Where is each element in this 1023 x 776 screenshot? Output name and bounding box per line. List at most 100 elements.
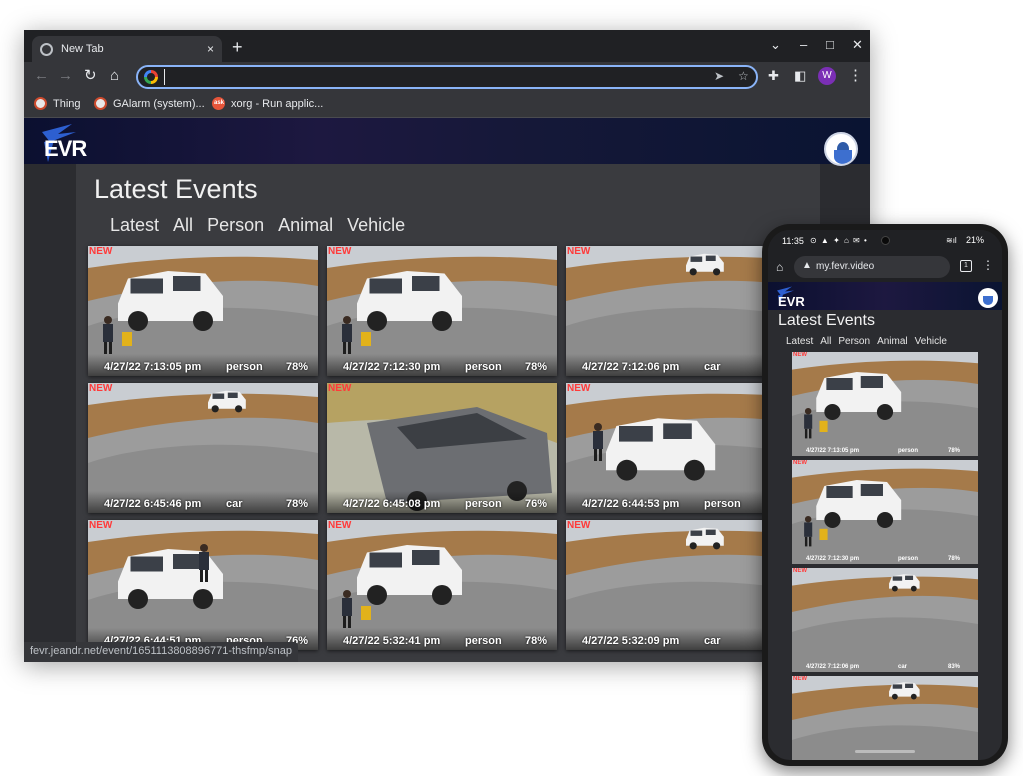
filter-all[interactable]: All — [820, 336, 831, 347]
event-card[interactable]: NEW 4/27/22 6:44:51 pm person 76% — [88, 520, 318, 650]
filter-vehicle[interactable]: Vehicle — [347, 215, 405, 236]
ask-icon: ask — [212, 97, 225, 110]
event-confidence: 78% — [948, 556, 961, 562]
event-label: person — [704, 498, 741, 510]
logo-text: EVR — [44, 136, 87, 161]
bookmark-xorg[interactable]: ask xorg - Run applic... — [212, 97, 323, 110]
desktop-browser-window: New Tab × + ⌄ – □ ✕ ← → ↻ ⌂ ➤ ☆ ✚ ◧ W ⋮ … — [24, 30, 870, 662]
event-label: car — [704, 635, 721, 647]
filter-person[interactable]: Person — [838, 336, 870, 347]
event-label: car — [704, 361, 721, 373]
new-badge: NEW — [567, 246, 591, 257]
extensions-icon[interactable]: ✚ — [768, 68, 779, 84]
filter-all[interactable]: All — [173, 215, 193, 236]
galarm-icon — [94, 97, 107, 110]
new-badge: NEW — [793, 568, 807, 574]
event-timestamp: 4/27/22 5:32:09 pm — [582, 635, 680, 647]
close-tab-icon[interactable]: × — [207, 42, 214, 56]
close-window-button[interactable]: ✕ — [852, 37, 863, 53]
event-confidence: 78% — [525, 361, 548, 373]
phone-url-bar: ⌂ ▲ my.fevr.video 1 ⋮ — [768, 252, 1002, 282]
bookmark-star-icon[interactable]: ☆ — [738, 69, 749, 83]
event-card[interactable]: NEW 4/27/22 6:45:08 pm person 76% — [327, 383, 557, 513]
phone-page-title: Latest Events — [778, 312, 875, 329]
bookmarks-bar: Thing GAlarm (system)... ask xorg - Run … — [24, 92, 870, 118]
tab-search-icon[interactable]: ⌄ — [770, 37, 781, 53]
event-confidence: 78% — [948, 448, 961, 454]
event-label: person — [465, 498, 502, 510]
signal-icon: ≋ıl — [946, 236, 957, 245]
event-snapshot — [792, 568, 978, 672]
notification-icons: ⊙ ▲ ✦ ⌂ ✉ • — [810, 236, 868, 245]
user-avatar[interactable] — [978, 288, 998, 308]
page-viewport: EVR Latest Events Latest All Person Anim… — [24, 118, 870, 662]
minimize-button[interactable]: – — [800, 37, 807, 52]
battery-level: 21% — [966, 235, 985, 245]
profile-avatar[interactable]: W — [818, 67, 836, 85]
new-badge: NEW — [567, 520, 591, 531]
home-icon[interactable]: ⌂ — [110, 68, 119, 84]
maximize-button[interactable]: □ — [826, 37, 834, 52]
user-avatar[interactable] — [824, 132, 858, 166]
new-badge: NEW — [793, 460, 807, 466]
reload-icon[interactable]: ↻ — [84, 68, 97, 84]
side-panel-icon[interactable]: ◧ — [794, 68, 806, 84]
bookmark-thing[interactable]: Thing — [34, 97, 81, 110]
event-timestamp: 4/27/22 7:12:30 pm — [343, 361, 441, 373]
warning-icon[interactable]: ▲ — [802, 260, 812, 271]
back-arrow-icon[interactable]: ← — [34, 68, 49, 84]
filter-latest[interactable]: Latest — [786, 336, 813, 347]
phone-address-field[interactable]: ▲ my.fevr.video — [794, 256, 950, 278]
filter-vehicle[interactable]: Vehicle — [915, 336, 947, 347]
event-card[interactable]: NEW 4/27/22 7:13:05 pm person 78% — [88, 246, 318, 376]
gesture-bar — [855, 750, 915, 753]
address-bar[interactable]: ➤ ☆ — [136, 65, 758, 89]
phone-event-card[interactable]: NEW 4/27/22 7:12:06 pm car 83% — [792, 568, 978, 672]
new-badge: NEW — [89, 246, 113, 257]
phone-status-bar: 11:35 ⊙ ▲ ✦ ⌂ ✉ • ≋ıl 21% — [768, 230, 1002, 252]
filter-animal[interactable]: Animal — [877, 336, 908, 347]
forward-arrow-icon[interactable]: → — [58, 68, 73, 84]
event-timestamp: 4/27/22 7:12:06 pm — [582, 361, 680, 373]
filter-animal[interactable]: Animal — [278, 215, 333, 236]
event-confidence: 83% — [948, 664, 961, 670]
filter-latest[interactable]: Latest — [110, 215, 159, 236]
logo-text: EVR — [778, 294, 805, 309]
link-status-bubble: fevr.jeandr.net/event/1651113808896771-t… — [24, 642, 298, 662]
event-card[interactable]: NEW 4/27/22 5:32:41 pm person 78% — [327, 520, 557, 650]
menu-dots-icon[interactable]: ⋮ — [848, 68, 863, 84]
google-icon — [144, 70, 158, 84]
menu-dots-icon[interactable]: ⋮ — [982, 258, 994, 272]
event-timestamp: 4/27/22 6:45:08 pm — [343, 498, 441, 510]
address-input[interactable] — [164, 69, 704, 85]
bookmark-galarm[interactable]: GAlarm (system)... — [94, 97, 205, 110]
new-badge: NEW — [89, 383, 113, 394]
bookmark-label: Thing — [53, 97, 81, 110]
home-icon[interactable]: ⌂ — [776, 260, 783, 274]
phone-event-card[interactable]: NEW — [792, 676, 978, 760]
send-icon[interactable]: ➤ — [714, 69, 724, 83]
event-card[interactable]: NEW 4/27/22 6:45:46 pm car 78% — [88, 383, 318, 513]
event-snapshot — [792, 352, 978, 456]
filter-person[interactable]: Person — [207, 215, 264, 236]
phone-event-card[interactable]: NEW 4/27/22 7:13:05 pm person 78% — [792, 352, 978, 456]
browser-toolbar: ← → ↻ ⌂ ➤ ☆ ✚ ◧ W ⋮ — [24, 62, 870, 92]
event-confidence: 78% — [286, 498, 309, 510]
phone-device: 11:35 ⊙ ▲ ✦ ⌂ ✉ • ≋ıl 21% ⌂ ▲ my.fevr.vi… — [762, 224, 1008, 766]
new-tab-button[interactable]: + — [232, 38, 243, 56]
avatar-beard — [983, 296, 993, 305]
event-timestamp: 4/27/22 7:12:06 pm — [806, 664, 860, 670]
new-badge: NEW — [793, 352, 807, 358]
bookmark-label: GAlarm (system)... — [113, 97, 205, 110]
new-badge: NEW — [567, 383, 591, 394]
new-badge: NEW — [328, 520, 352, 531]
phone-screen: 11:35 ⊙ ▲ ✦ ⌂ ✉ • ≋ıl 21% ⌂ ▲ my.fevr.vi… — [768, 230, 1002, 760]
new-badge: NEW — [89, 520, 113, 531]
event-card[interactable]: NEW 4/27/22 7:12:30 pm person 78% — [327, 246, 557, 376]
event-timestamp: 4/27/22 7:12:30 pm — [806, 556, 860, 562]
tab-new-tab[interactable]: New Tab × — [32, 36, 222, 62]
event-confidence: 76% — [525, 498, 548, 510]
tab-count-button[interactable]: 1 — [960, 260, 972, 272]
phone-event-card[interactable]: NEW 4/27/22 7:12:30 pm person 78% — [792, 460, 978, 564]
thing-icon — [34, 97, 47, 110]
